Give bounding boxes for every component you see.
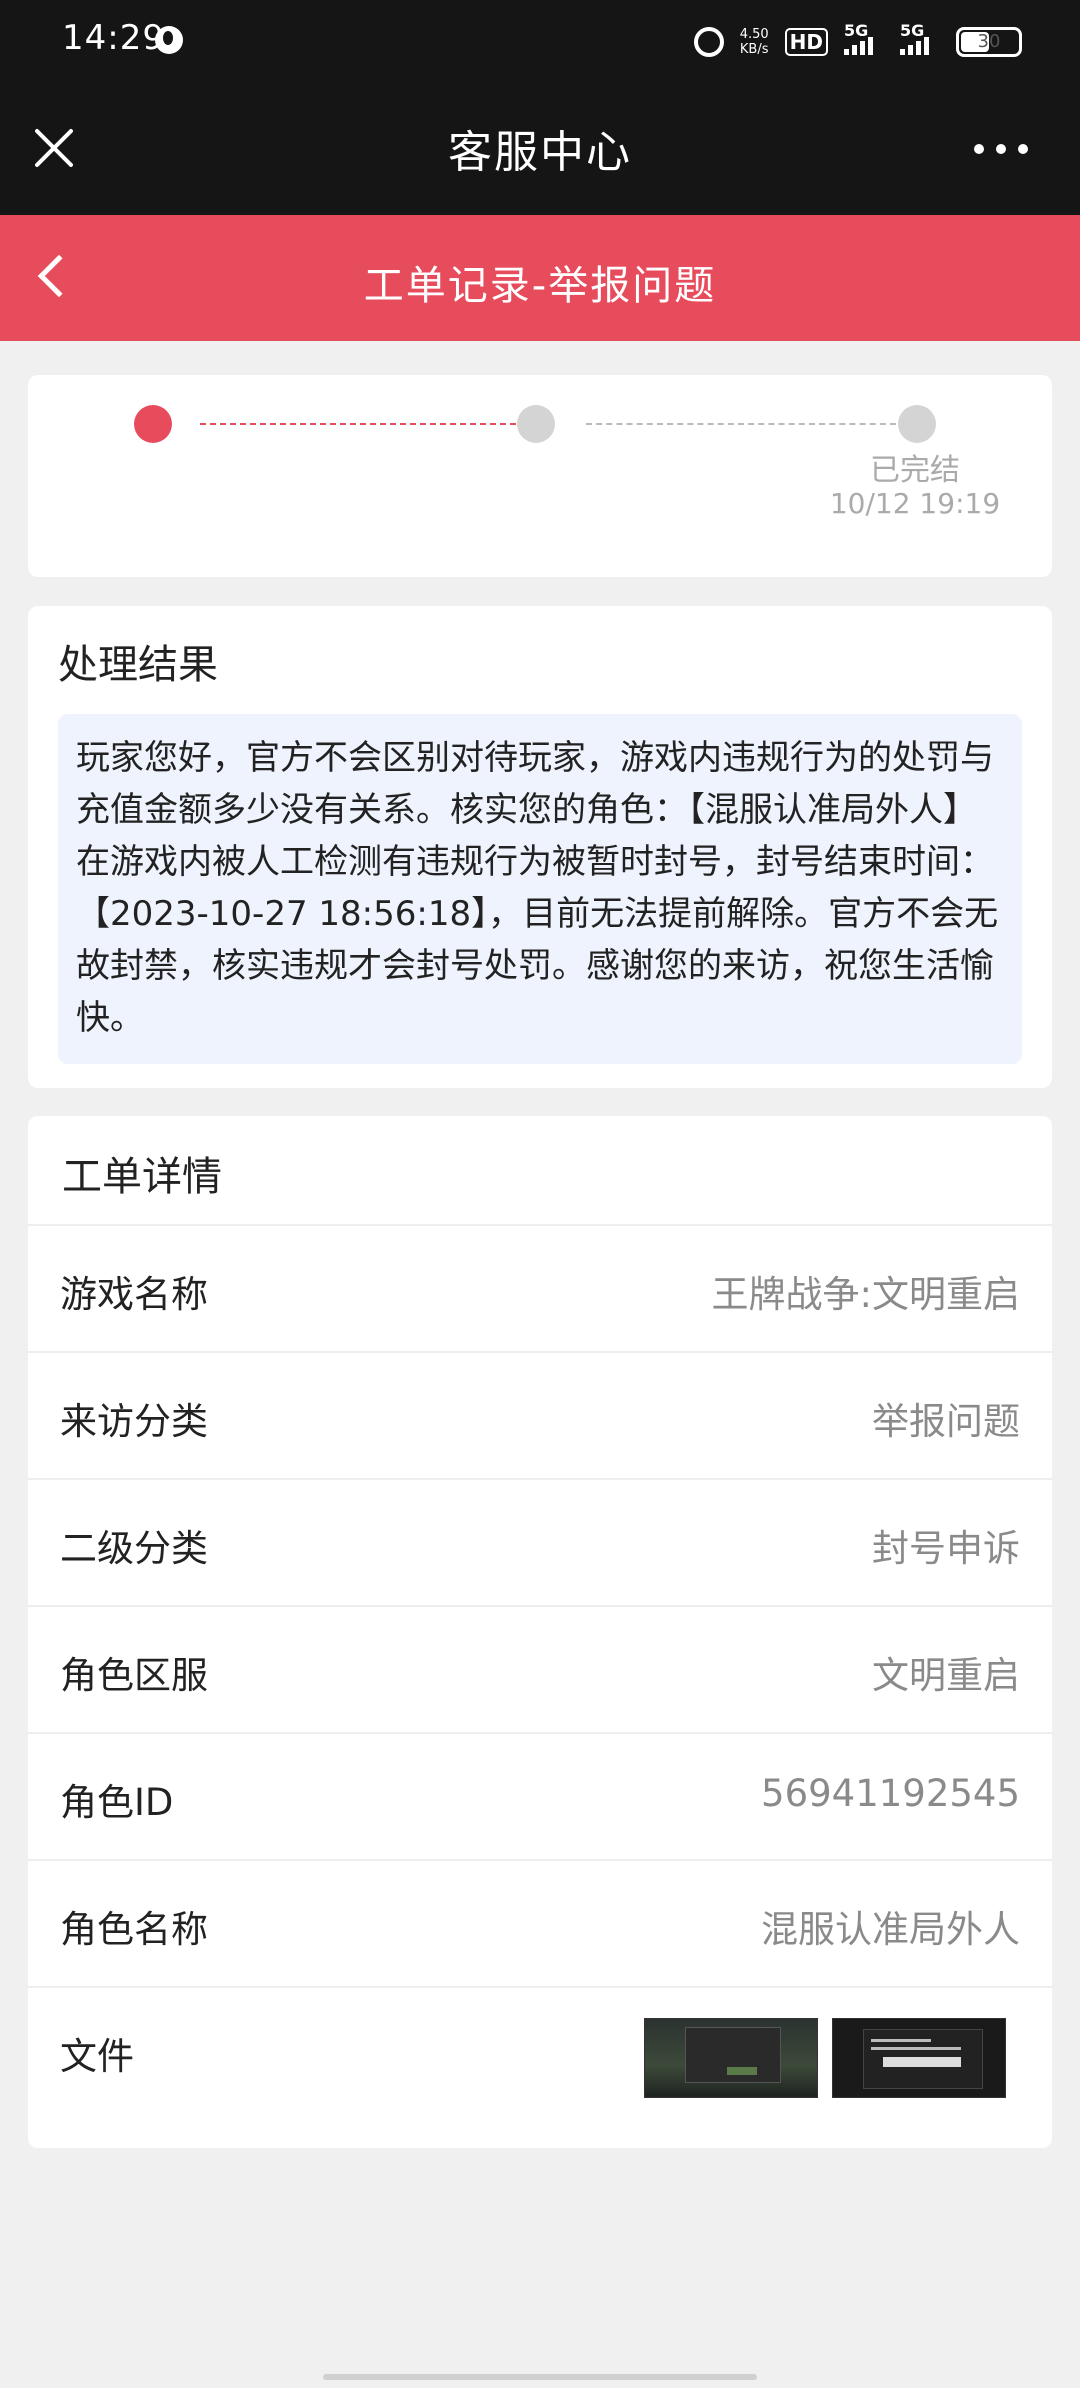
- battery-level: 30: [977, 31, 1001, 52]
- result-text: 玩家您好，官方不会区别对待玩家，游戏内违规行为的处罚与充值金额多少没有关系。核实…: [58, 714, 1022, 1064]
- home-indicator[interactable]: [323, 2374, 757, 2380]
- step-connector-2: [586, 423, 896, 425]
- file-thumbnail-1[interactable]: [644, 2018, 818, 2098]
- net-speed: 4.50 KB/s: [740, 27, 769, 57]
- step-3-dot: [898, 405, 936, 443]
- details-title: 工单详情: [28, 1116, 1052, 1226]
- app-title-bar: 客服中心: [0, 80, 1080, 215]
- detail-row-server: 角色区服 文明重启: [28, 1607, 1052, 1734]
- globe-icon: [155, 26, 183, 54]
- row-value: 王牌战争:文明重启: [711, 1273, 1020, 1316]
- row-value: 举报问题: [872, 1400, 1020, 1443]
- detail-row-subcategory: 二级分类 封号申诉: [28, 1480, 1052, 1607]
- progress-card: 已完结 10/12 19:19: [28, 375, 1052, 577]
- more-icon[interactable]: [974, 144, 1028, 154]
- sim2-label: 5G: [900, 21, 925, 40]
- status-time: 14:29: [62, 18, 165, 58]
- status-icons: 4.50 KB/s HD 5G 5G 30: [693, 21, 1022, 62]
- step-final-time: 10/12 19:19: [829, 487, 1001, 520]
- page-header: 工单记录-举报问题: [0, 215, 1080, 341]
- sim1-label: 5G: [844, 21, 869, 40]
- detail-row-files: 文件: [28, 1988, 1052, 2138]
- row-value: 封号申诉: [872, 1527, 1020, 1570]
- status-bar: 14:29 4.50 KB/s HD 5G 5G 30: [0, 0, 1080, 80]
- row-label: 角色区服: [60, 1654, 208, 1697]
- row-label: 文件: [60, 2035, 134, 2078]
- alarm-icon: [693, 27, 724, 57]
- row-value: 文明重启: [872, 1654, 1020, 1697]
- detail-row-role-name: 角色名称 混服认准局外人: [28, 1861, 1052, 1988]
- step-connector-1: [200, 423, 516, 425]
- row-label: 角色名称: [60, 1908, 208, 1951]
- row-value: 混服认准局外人: [761, 1908, 1020, 1951]
- net-speed-unit: KB/s: [739, 42, 769, 57]
- ticket-details-card: 工单详情 游戏名称 王牌战争:文明重启 来访分类 举报问题 二级分类 封号申诉 …: [28, 1116, 1052, 2148]
- result-title: 处理结果: [58, 642, 218, 688]
- detail-row-game-name: 游戏名称 王牌战争:文明重启: [28, 1226, 1052, 1353]
- row-label: 二级分类: [60, 1527, 208, 1570]
- net-speed-value: 4.50: [739, 27, 769, 42]
- step-1-dot: [134, 405, 172, 443]
- detail-row-role-id: 角色ID 56941192545: [28, 1734, 1052, 1861]
- result-card: 处理结果 玩家您好，官方不会区别对待玩家，游戏内违规行为的处罚与充值金额多少没有…: [28, 606, 1052, 1088]
- row-value: 56941192545: [761, 1772, 1020, 1815]
- file-thumbnail-2[interactable]: [832, 2018, 1006, 2098]
- app-title: 客服中心: [448, 127, 632, 178]
- signal-icon: 5G: [844, 21, 884, 55]
- step-2-dot: [517, 405, 555, 443]
- detail-row-category: 来访分类 举报问题: [28, 1353, 1052, 1480]
- step-final-label: 已完结: [870, 453, 960, 488]
- page-title: 工单记录-举报问题: [363, 263, 717, 309]
- row-label: 游戏名称: [60, 1273, 208, 1316]
- hd-icon: HD: [784, 28, 828, 56]
- signal-icon-2: 5G: [900, 21, 940, 55]
- row-label: 来访分类: [60, 1400, 208, 1443]
- row-label: 角色ID: [60, 1781, 174, 1824]
- battery-icon: 30: [956, 27, 1022, 57]
